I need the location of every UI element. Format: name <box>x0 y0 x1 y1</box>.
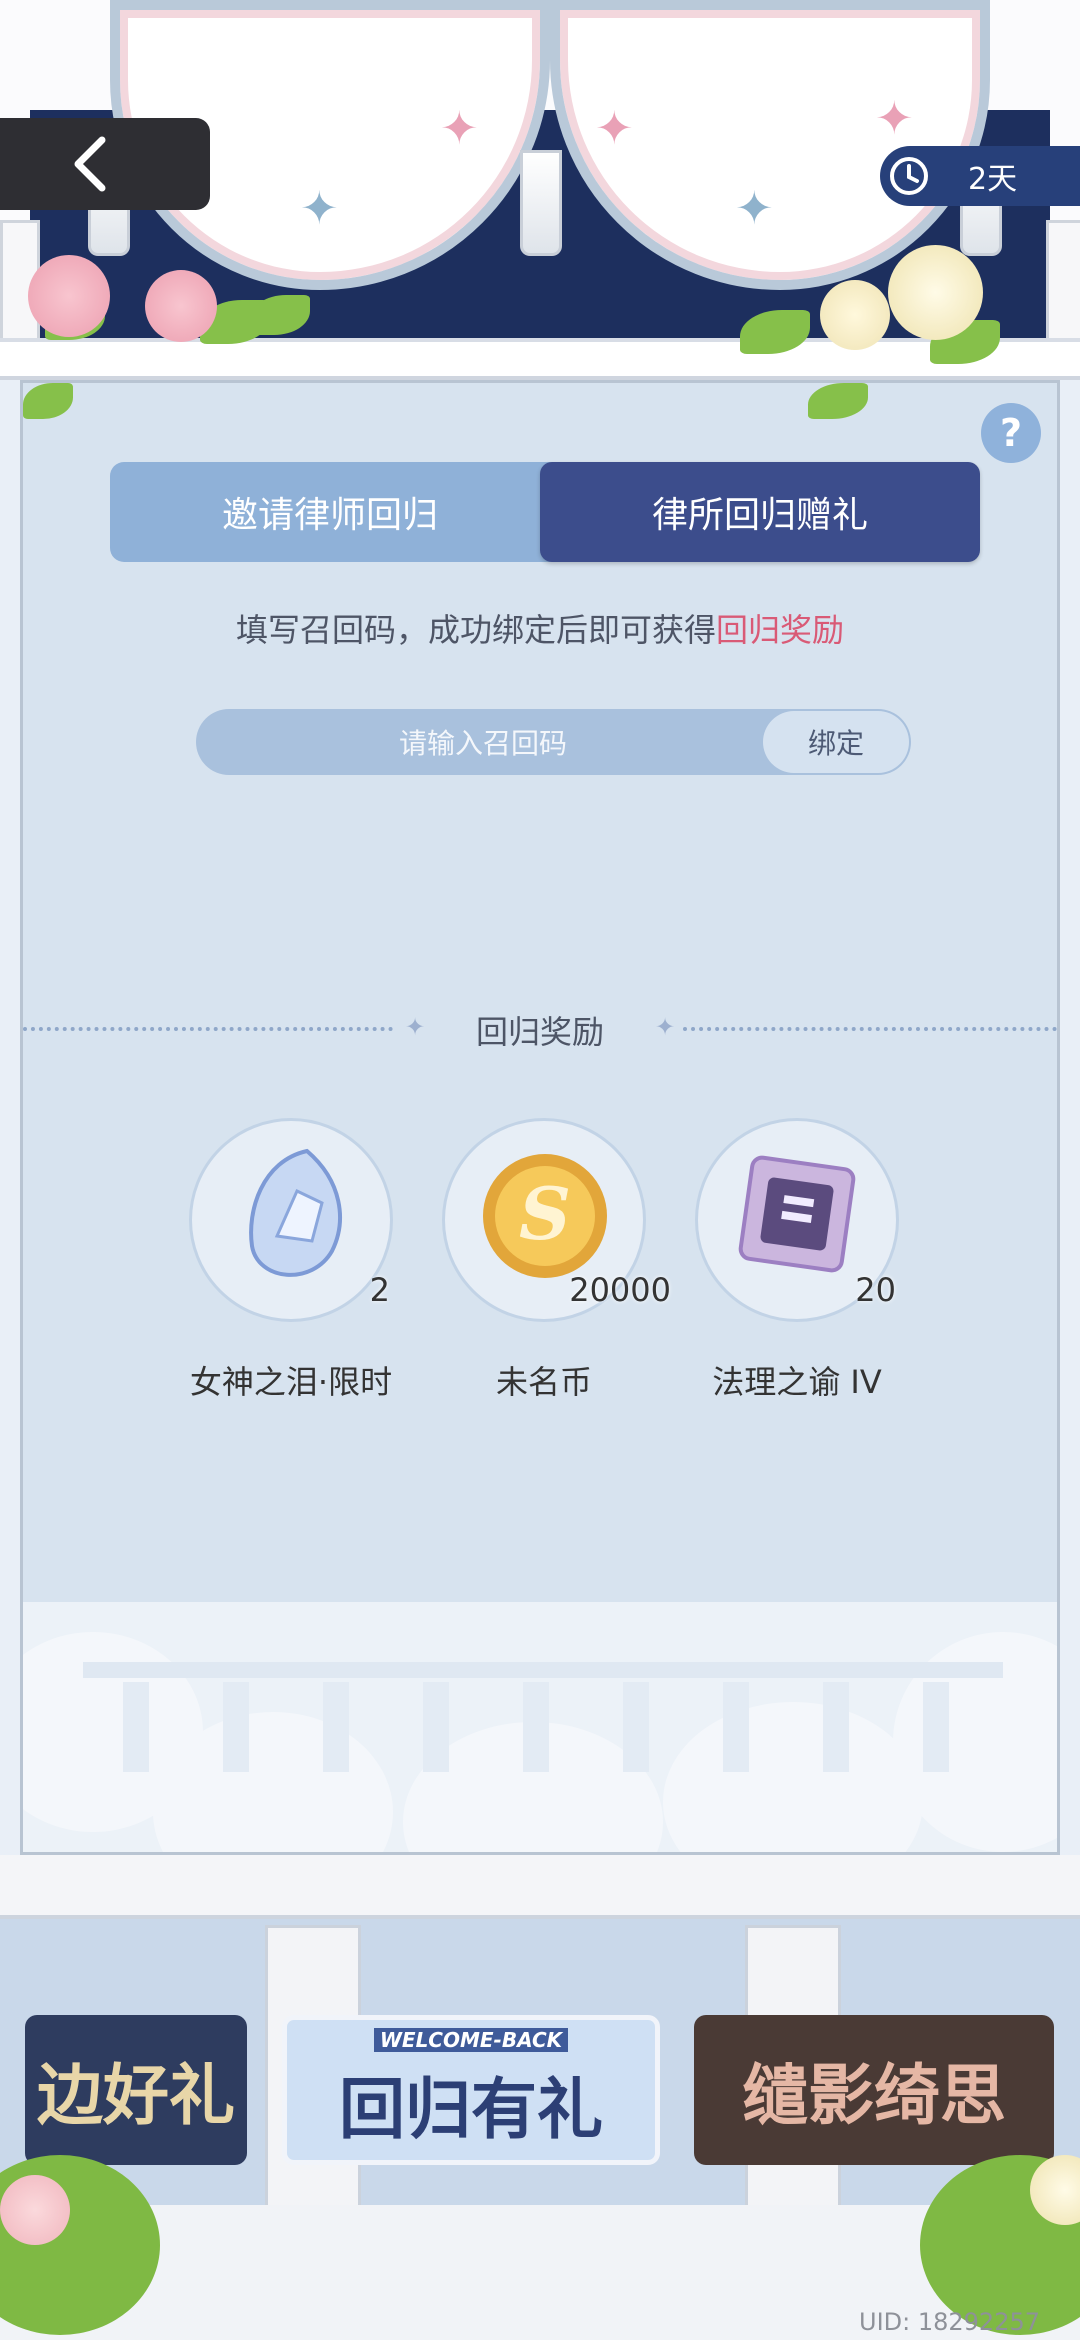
pink-rose-icon <box>145 270 217 342</box>
reward-name: 法理之谕 IV <box>712 1363 882 1401</box>
curtain-tassel-icon <box>520 150 562 256</box>
bind-description: 填写召回码，成功绑定后即可获得回归奖励 <box>23 605 1057 651</box>
help-button[interactable]: ? <box>981 403 1041 463</box>
reward-item[interactable]: 2 女神之泪·限时 <box>186 1118 396 1403</box>
cloud-decoration <box>23 1602 1057 1852</box>
banner-label: 缱影绮思 <box>742 2057 1006 2134</box>
divider <box>683 1027 1057 1031</box>
white-rose-icon <box>888 245 983 340</box>
reward-name: 女神之泪·限时 <box>189 1363 393 1401</box>
rewards-header: ✦ 回归奖励 ✦ <box>23 1003 1057 1053</box>
recall-code-input[interactable] <box>196 709 770 777</box>
tab-label: 邀请律师回归 <box>221 495 438 536</box>
desc-highlight: 回归奖励 <box>716 611 845 649</box>
question-icon: ? <box>999 411 1023 455</box>
star-icon: ✦ <box>440 101 479 155</box>
desc-text: 填写召回码，成功绑定后即可获得 <box>235 611 716 649</box>
star-icon: ✦ <box>655 1013 676 1041</box>
reward-icon-frame: 2 <box>189 1118 393 1322</box>
chevron-left-icon <box>74 136 106 192</box>
leaf-icon <box>808 383 868 419</box>
window-backdrop: ✦ ✦ ✦ ✦ ✦ 2天 <box>0 0 1080 380</box>
reward-name: 未名币 <box>495 1363 592 1401</box>
tab-invite-lawyer[interactable]: 邀请律师回归 <box>110 462 550 562</box>
reward-item[interactable]: 20 法理之谕 IV <box>692 1118 902 1403</box>
banner-sub-label: WELCOME-BACK <box>373 2028 569 2052</box>
star-icon: ✦ <box>595 101 634 155</box>
banner-tiered-pass[interactable]: 缱影绮思 <box>694 2015 1054 2165</box>
pink-rose-icon <box>28 255 110 337</box>
leaf-icon <box>23 383 73 419</box>
clock-icon <box>890 157 928 195</box>
balustrade-decoration <box>83 1662 1003 1772</box>
reward-count: 20000 <box>569 1271 671 1309</box>
reward-icon-frame: 20 <box>695 1118 899 1322</box>
reward-count: 20 <box>855 1271 896 1309</box>
banner-label: 回归有礼 <box>339 2071 603 2148</box>
tab-bar: 邀请律师回归 律所回归赠礼 <box>110 462 980 562</box>
bind-button[interactable]: 绑定 <box>763 711 909 773</box>
banner-gift-event[interactable]: 边好礼 <box>25 2015 247 2165</box>
reward-count: 2 <box>369 1271 390 1309</box>
white-rose-icon <box>820 280 890 350</box>
bottom-stage: 边好礼 WELCOME-BACK 回归有礼 缱影绮思 UID: 18292257 <box>0 1855 1080 2340</box>
star-icon: ✦ <box>735 181 774 235</box>
recall-code-bar: 绑定 <box>196 709 911 777</box>
pink-rose-icon <box>0 2175 70 2245</box>
reward-icon-frame: S 20000 <box>442 1118 671 1322</box>
cornice <box>0 1855 1080 1919</box>
back-button[interactable] <box>0 118 210 210</box>
star-icon: ✦ <box>300 181 339 235</box>
tab-return-gift[interactable]: 律所回归赠礼 <box>540 462 980 562</box>
svg-text:S: S <box>519 1171 571 1256</box>
star-icon: ✦ <box>875 91 914 145</box>
event-timer: 2天 <box>880 146 1080 206</box>
reward-item[interactable]: S 20000 未名币 <box>439 1118 671 1403</box>
window-ledge <box>0 338 1080 380</box>
tab-label: 律所回归赠礼 <box>651 495 868 536</box>
bind-button-label: 绑定 <box>807 727 864 760</box>
crystal-tear-icon <box>249 1148 342 1277</box>
uid-label: UID: 18292257 <box>859 2308 1040 2336</box>
banner-welcome-back[interactable]: WELCOME-BACK 回归有礼 <box>282 2015 660 2165</box>
banner-label: 边好礼 <box>37 2057 235 2134</box>
main-panel: ? 邀请律师回归 律所回归赠礼 填写召回码，成功绑定后即可获得回归奖励 绑定 ✦… <box>20 380 1060 1855</box>
timer-text: 2天 <box>968 162 1018 197</box>
